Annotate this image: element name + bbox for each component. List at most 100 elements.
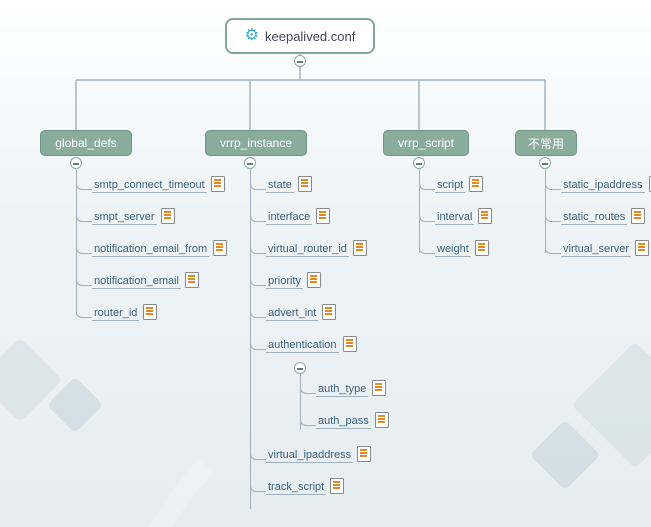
section-vrrp-script[interactable]: vrrp_script — [383, 130, 469, 156]
document-icon — [213, 240, 227, 256]
document-icon — [635, 240, 649, 256]
leaf-label: auth_type — [316, 383, 368, 397]
leaf-label: state — [266, 179, 294, 193]
section-label: global_defs — [55, 136, 116, 150]
leaf-label: virtual_server — [561, 243, 631, 257]
connector-elbow — [250, 244, 266, 254]
leaf-state[interactable]: state — [266, 173, 312, 193]
connector-elbow — [76, 276, 92, 286]
connector-elbow — [250, 340, 266, 350]
connector-elbow — [545, 212, 561, 222]
leaf-notification-email[interactable]: notification_email — [92, 269, 199, 289]
connector-elbow — [419, 180, 435, 190]
connector-elbow — [300, 416, 316, 426]
connector-elbow — [300, 384, 316, 394]
section-label: vrrp_script — [398, 136, 454, 150]
leaf-label: notification_email — [92, 275, 181, 289]
leaf-smtp-connect-timeout[interactable]: smtp_connect_timeout — [92, 173, 225, 193]
leaf-label: authentication — [266, 339, 339, 353]
document-icon — [307, 272, 321, 288]
leaf-label: track_script — [266, 481, 326, 495]
document-icon — [211, 176, 225, 192]
document-icon — [316, 208, 330, 224]
leaf-smpt-server[interactable]: smpt_server — [92, 205, 175, 225]
leaf-weight[interactable]: weight — [435, 237, 489, 257]
connector-elbow — [250, 180, 266, 190]
connector-elbow — [250, 212, 266, 222]
collapse-handle-root[interactable] — [294, 55, 306, 67]
root-node[interactable]: ⚙ keepalived.conf — [225, 18, 375, 54]
connector-elbow — [76, 212, 92, 222]
connector-elbow — [250, 482, 266, 492]
section-label: vrrp_instance — [220, 136, 292, 150]
section-label: 不常用 — [528, 135, 564, 152]
leaf-auth-pass[interactable]: auth_pass — [316, 409, 389, 429]
collapse-handle-vrrp-instance[interactable] — [244, 157, 256, 169]
document-icon — [357, 446, 371, 462]
leaf-interval[interactable]: interval — [435, 205, 492, 225]
leaf-label: virtual_ipaddress — [266, 449, 353, 463]
leaf-static-routes[interactable]: static_routes — [561, 205, 645, 225]
connector-elbow — [250, 276, 266, 286]
section-vrrp-instance[interactable]: vrrp_instance — [205, 130, 307, 156]
connector-elbow — [545, 180, 561, 190]
document-icon — [343, 336, 357, 352]
section-global-defs[interactable]: global_defs — [40, 130, 132, 156]
collapse-handle-infrequent[interactable] — [539, 157, 551, 169]
leaf-label: smtp_connect_timeout — [92, 179, 207, 193]
document-icon — [375, 412, 389, 428]
connector-elbow — [76, 180, 92, 190]
leaf-advert-int[interactable]: advert_int — [266, 301, 336, 321]
leaf-label: weight — [435, 243, 471, 257]
leaf-label: smpt_server — [92, 211, 157, 225]
leaf-label: interval — [435, 211, 474, 225]
leaf-track-script[interactable]: track_script — [266, 475, 344, 495]
section-infrequent[interactable]: 不常用 — [515, 130, 577, 156]
document-icon — [330, 478, 344, 494]
document-icon — [372, 380, 386, 396]
leaf-script[interactable]: script — [435, 173, 483, 193]
leaf-virtual-router-id[interactable]: virtual_router_id — [266, 237, 367, 257]
document-icon — [185, 272, 199, 288]
collapse-handle-global-defs[interactable] — [70, 157, 82, 169]
stem — [76, 169, 77, 315]
leaf-notification-email-from[interactable]: notification_email_from — [92, 237, 227, 257]
leaf-label: priority — [266, 275, 303, 289]
leaf-static-ipaddress[interactable]: static_ipaddress — [561, 173, 651, 193]
root-title: keepalived.conf — [265, 29, 355, 44]
collapse-handle-vrrp-script[interactable] — [413, 157, 425, 169]
leaf-auth-type[interactable]: auth_type — [316, 377, 386, 397]
leaf-authentication[interactable]: authentication — [266, 333, 357, 353]
leaf-label: static_routes — [561, 211, 627, 225]
connector-elbow — [419, 244, 435, 254]
leaf-label: virtual_router_id — [266, 243, 349, 257]
leaf-label: advert_int — [266, 307, 318, 321]
document-icon — [322, 304, 336, 320]
leaf-label: interface — [266, 211, 312, 225]
leaf-virtual-ipaddress[interactable]: virtual_ipaddress — [266, 443, 371, 463]
leaf-virtual-server[interactable]: virtual_server — [561, 237, 649, 257]
leaf-priority[interactable]: priority — [266, 269, 321, 289]
document-icon — [143, 304, 157, 320]
document-icon — [298, 176, 312, 192]
connector-elbow — [419, 212, 435, 222]
leaf-label: router_id — [92, 307, 139, 321]
document-icon — [478, 208, 492, 224]
connector-elbow — [250, 308, 266, 318]
gear-icon: ⚙ — [245, 28, 259, 44]
leaf-label: static_ipaddress — [561, 179, 645, 193]
connector-elbow — [76, 308, 92, 318]
collapse-handle-authentication[interactable] — [294, 362, 306, 374]
leaf-label: notification_email_from — [92, 243, 209, 257]
document-icon — [353, 240, 367, 256]
document-icon — [469, 176, 483, 192]
document-icon — [475, 240, 489, 256]
connector-elbow — [76, 244, 92, 254]
leaf-router-id[interactable]: router_id — [92, 301, 157, 321]
leaf-label: script — [435, 179, 465, 193]
leaf-interface[interactable]: interface — [266, 205, 330, 225]
leaf-label: auth_pass — [316, 415, 371, 429]
connector-elbow — [250, 450, 266, 460]
document-icon — [161, 208, 175, 224]
document-icon — [631, 208, 645, 224]
